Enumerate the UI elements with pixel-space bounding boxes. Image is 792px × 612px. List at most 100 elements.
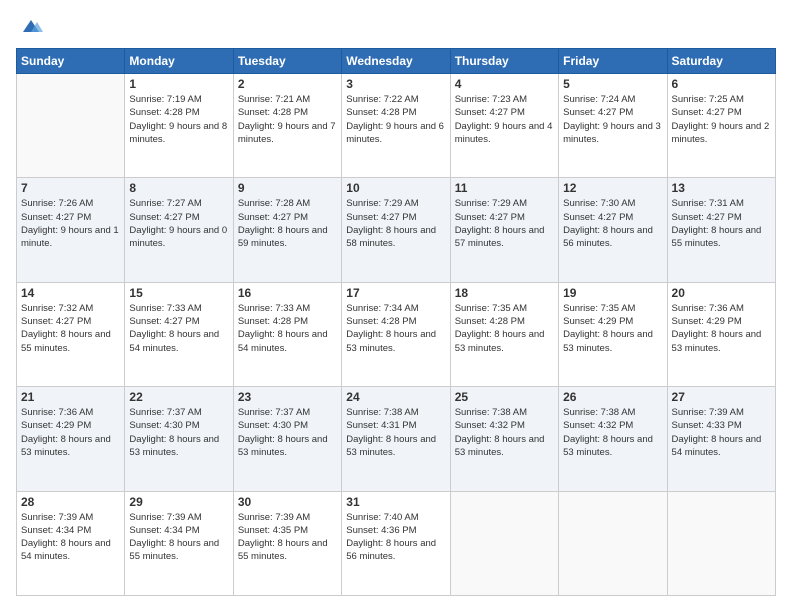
day-info: Sunrise: 7:26 AMSunset: 4:27 PMDaylight:… <box>21 197 120 250</box>
day-info: Sunrise: 7:38 AMSunset: 4:31 PMDaylight:… <box>346 406 445 459</box>
calendar-week-row: 14 Sunrise: 7:32 AMSunset: 4:27 PMDayligh… <box>17 282 776 386</box>
day-info: Sunrise: 7:36 AMSunset: 4:29 PMDaylight:… <box>672 302 771 355</box>
calendar-cell: 13Sunrise: 7:31 AMSunset: 4:27 PMDayligh… <box>667 178 775 282</box>
calendar-cell: 30 Sunrise: 7:39 AMSunset: 4:35 PMDayligh… <box>233 491 341 595</box>
day-number: 20 <box>672 286 771 300</box>
day-info: Sunrise: 7:37 AMSunset: 4:30 PMDaylight:… <box>129 406 228 459</box>
day-info: Sunrise: 7:40 AMSunset: 4:36 PMDaylight:… <box>346 511 445 564</box>
day-number: 9 <box>238 181 337 195</box>
day-info: Sunrise: 7:39 AMSunset: 4:33 PMDaylight:… <box>672 406 771 459</box>
calendar-cell: 2 Sunrise: 7:21 AMSunset: 4:28 PMDaylight… <box>233 74 341 178</box>
weekday-header: Sunday <box>17 49 125 74</box>
day-info: Sunrise: 7:23 AMSunset: 4:27 PMDaylight:… <box>455 93 554 146</box>
day-info: Sunrise: 7:35 AMSunset: 4:29 PMDaylight:… <box>563 302 662 355</box>
weekday-header: Friday <box>559 49 667 74</box>
day-number: 24 <box>346 390 445 404</box>
day-number: 10 <box>346 181 445 195</box>
day-info: Sunrise: 7:24 AMSunset: 4:27 PMDaylight:… <box>563 93 662 146</box>
calendar-cell <box>17 74 125 178</box>
day-info: Sunrise: 7:28 AMSunset: 4:27 PMDaylight:… <box>238 197 337 250</box>
day-info: Sunrise: 7:19 AMSunset: 4:28 PMDaylight:… <box>129 93 228 146</box>
page: SundayMondayTuesdayWednesdayThursdayFrid… <box>0 0 792 612</box>
day-number: 14 <box>21 286 120 300</box>
day-number: 25 <box>455 390 554 404</box>
day-number: 11 <box>455 181 554 195</box>
calendar-cell: 28 Sunrise: 7:39 AMSunset: 4:34 PMDayligh… <box>17 491 125 595</box>
day-number: 5 <box>563 77 662 91</box>
calendar-cell: 4 Sunrise: 7:23 AMSunset: 4:27 PMDaylight… <box>450 74 558 178</box>
calendar-cell: 10Sunrise: 7:29 AMSunset: 4:27 PMDayligh… <box>342 178 450 282</box>
header <box>16 16 776 38</box>
day-info: Sunrise: 7:34 AMSunset: 4:28 PMDaylight:… <box>346 302 445 355</box>
calendar-cell: 12 Sunrise: 7:30 AMSunset: 4:27 PMDayligh… <box>559 178 667 282</box>
logo-icon <box>19 14 43 38</box>
calendar-cell: 15 Sunrise: 7:33 AMSunset: 4:27 PMDayligh… <box>125 282 233 386</box>
calendar-cell: 26 Sunrise: 7:38 AMSunset: 4:32 PMDayligh… <box>559 387 667 491</box>
calendar-cell <box>559 491 667 595</box>
weekday-header: Wednesday <box>342 49 450 74</box>
day-info: Sunrise: 7:39 AMSunset: 4:35 PMDaylight:… <box>238 511 337 564</box>
calendar-week-row: 28 Sunrise: 7:39 AMSunset: 4:34 PMDayligh… <box>17 491 776 595</box>
day-number: 2 <box>238 77 337 91</box>
calendar-cell: 1 Sunrise: 7:19 AMSunset: 4:28 PMDaylight… <box>125 74 233 178</box>
weekday-header: Tuesday <box>233 49 341 74</box>
day-info: Sunrise: 7:39 AMSunset: 4:34 PMDaylight:… <box>129 511 228 564</box>
day-info: Sunrise: 7:32 AMSunset: 4:27 PMDaylight:… <box>21 302 120 355</box>
day-number: 26 <box>563 390 662 404</box>
day-info: Sunrise: 7:39 AMSunset: 4:34 PMDaylight:… <box>21 511 120 564</box>
calendar-week-row: 1 Sunrise: 7:19 AMSunset: 4:28 PMDaylight… <box>17 74 776 178</box>
day-number: 15 <box>129 286 228 300</box>
day-info: Sunrise: 7:38 AMSunset: 4:32 PMDaylight:… <box>455 406 554 459</box>
day-number: 1 <box>129 77 228 91</box>
calendar-cell: 21 Sunrise: 7:36 AMSunset: 4:29 PMDayligh… <box>17 387 125 491</box>
calendar-cell: 7 Sunrise: 7:26 AMSunset: 4:27 PMDaylight… <box>17 178 125 282</box>
calendar-cell: 22 Sunrise: 7:37 AMSunset: 4:30 PMDayligh… <box>125 387 233 491</box>
weekday-header: Thursday <box>450 49 558 74</box>
day-info: Sunrise: 7:36 AMSunset: 4:29 PMDaylight:… <box>21 406 120 459</box>
day-info: Sunrise: 7:31 AMSunset: 4:27 PMDaylight:… <box>672 197 771 250</box>
day-info: Sunrise: 7:22 AMSunset: 4:28 PMDaylight:… <box>346 93 445 146</box>
day-number: 23 <box>238 390 337 404</box>
weekday-header: Saturday <box>667 49 775 74</box>
day-info: Sunrise: 7:27 AMSunset: 4:27 PMDaylight:… <box>129 197 228 250</box>
calendar-week-row: 7 Sunrise: 7:26 AMSunset: 4:27 PMDaylight… <box>17 178 776 282</box>
day-info: Sunrise: 7:30 AMSunset: 4:27 PMDaylight:… <box>563 197 662 250</box>
calendar-cell: 29Sunrise: 7:39 AMSunset: 4:34 PMDayligh… <box>125 491 233 595</box>
day-number: 19 <box>563 286 662 300</box>
calendar-week-row: 21 Sunrise: 7:36 AMSunset: 4:29 PMDayligh… <box>17 387 776 491</box>
calendar-cell: 27Sunrise: 7:39 AMSunset: 4:33 PMDayligh… <box>667 387 775 491</box>
day-number: 6 <box>672 77 771 91</box>
calendar-cell: 23 Sunrise: 7:37 AMSunset: 4:30 PMDayligh… <box>233 387 341 491</box>
day-number: 30 <box>238 495 337 509</box>
day-number: 22 <box>129 390 228 404</box>
calendar-cell: 8Sunrise: 7:27 AMSunset: 4:27 PMDaylight… <box>125 178 233 282</box>
day-number: 12 <box>563 181 662 195</box>
calendar-cell: 25 Sunrise: 7:38 AMSunset: 4:32 PMDayligh… <box>450 387 558 491</box>
day-number: 16 <box>238 286 337 300</box>
calendar-cell: 6Sunrise: 7:25 AMSunset: 4:27 PMDaylight… <box>667 74 775 178</box>
logo-text <box>16 16 43 38</box>
calendar-cell: 3Sunrise: 7:22 AMSunset: 4:28 PMDaylight… <box>342 74 450 178</box>
day-info: Sunrise: 7:21 AMSunset: 4:28 PMDaylight:… <box>238 93 337 146</box>
day-number: 21 <box>21 390 120 404</box>
calendar-cell: 17Sunrise: 7:34 AMSunset: 4:28 PMDayligh… <box>342 282 450 386</box>
calendar-cell: 9 Sunrise: 7:28 AMSunset: 4:27 PMDaylight… <box>233 178 341 282</box>
calendar-cell: 11 Sunrise: 7:29 AMSunset: 4:27 PMDayligh… <box>450 178 558 282</box>
day-number: 28 <box>21 495 120 509</box>
weekday-header: Monday <box>125 49 233 74</box>
day-info: Sunrise: 7:35 AMSunset: 4:28 PMDaylight:… <box>455 302 554 355</box>
calendar-cell: 16 Sunrise: 7:33 AMSunset: 4:28 PMDayligh… <box>233 282 341 386</box>
day-number: 4 <box>455 77 554 91</box>
weekday-header-row: SundayMondayTuesdayWednesdayThursdayFrid… <box>17 49 776 74</box>
calendar-table: SundayMondayTuesdayWednesdayThursdayFrid… <box>16 48 776 596</box>
day-number: 7 <box>21 181 120 195</box>
day-info: Sunrise: 7:33 AMSunset: 4:28 PMDaylight:… <box>238 302 337 355</box>
calendar-cell: 5 Sunrise: 7:24 AMSunset: 4:27 PMDaylight… <box>559 74 667 178</box>
day-info: Sunrise: 7:38 AMSunset: 4:32 PMDaylight:… <box>563 406 662 459</box>
day-info: Sunrise: 7:37 AMSunset: 4:30 PMDaylight:… <box>238 406 337 459</box>
calendar-cell: 14 Sunrise: 7:32 AMSunset: 4:27 PMDayligh… <box>17 282 125 386</box>
calendar-cell <box>450 491 558 595</box>
day-info: Sunrise: 7:33 AMSunset: 4:27 PMDaylight:… <box>129 302 228 355</box>
day-info: Sunrise: 7:29 AMSunset: 4:27 PMDaylight:… <box>455 197 554 250</box>
calendar-cell: 31Sunrise: 7:40 AMSunset: 4:36 PMDayligh… <box>342 491 450 595</box>
